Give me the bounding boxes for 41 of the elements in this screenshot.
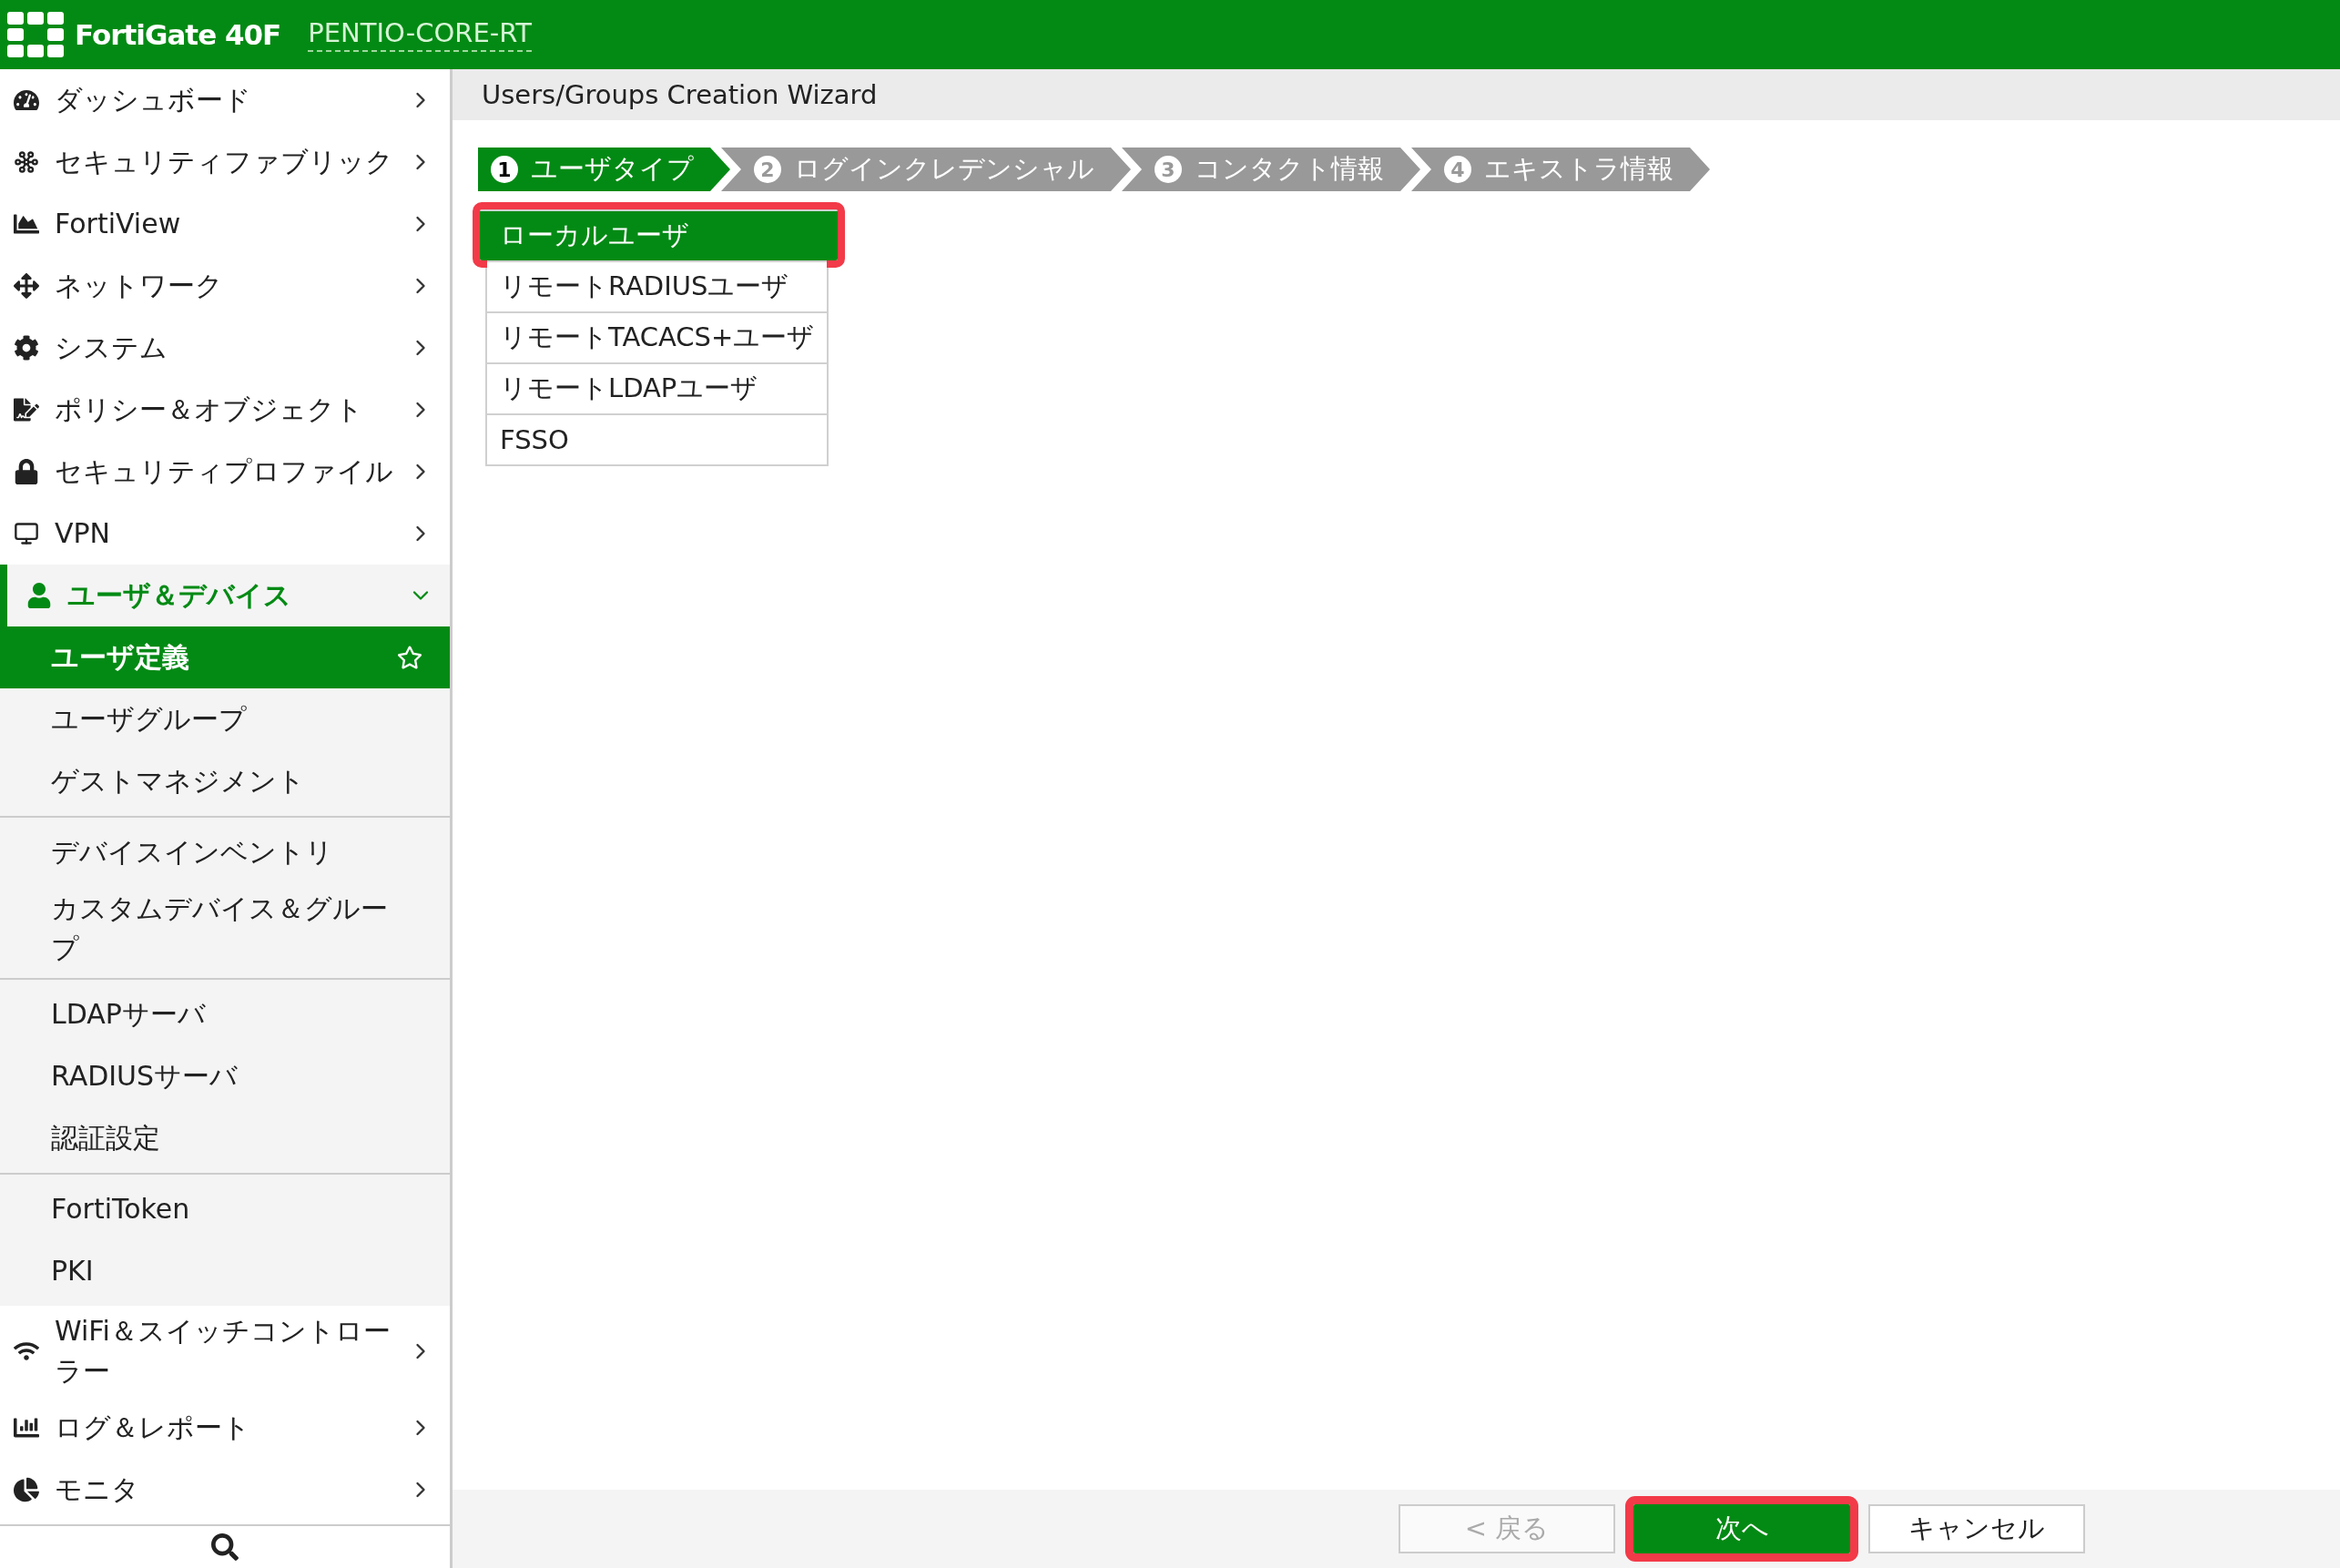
sidebar-item[interactable]: システム <box>0 317 450 379</box>
grid-logo-icon <box>7 12 64 57</box>
step-number: 3 <box>1155 156 1182 183</box>
sidebar-subitem[interactable]: 認証設定 <box>0 1107 450 1169</box>
document-icon <box>11 397 42 423</box>
sidebar-item[interactable]: FortiView <box>0 193 450 255</box>
step-label: コンタクト情報 <box>1195 152 1384 186</box>
hostname-link[interactable]: PENTIO-CORE-RT <box>308 17 532 52</box>
sidebar-subitem[interactable]: RADIUSサーバ <box>0 1045 450 1107</box>
search-icon[interactable] <box>211 1533 239 1561</box>
sidebar-item[interactable]: セキュリティプロファイル <box>0 441 450 503</box>
sidebar-item[interactable]: ポリシー＆オブジェクト <box>0 379 450 441</box>
sidebar-subitem[interactable]: FortiToken <box>0 1178 450 1240</box>
sidebar-item[interactable]: VPN <box>0 503 450 565</box>
sidebar-subitem[interactable]: カスタムデバイス＆グループ <box>0 883 450 974</box>
sidebar-item[interactable]: ログ＆レポート <box>0 1397 450 1459</box>
step-number: 1 <box>491 156 518 183</box>
sidebar-subitem[interactable]: デバイスインベントリ <box>0 821 450 883</box>
sidebar-item[interactable]: ネットワーク <box>0 255 450 317</box>
sidebar-item[interactable]: WiFi＆スイッチコントローラー <box>0 1306 450 1397</box>
step-label: ログインクレデンシャル <box>794 152 1094 186</box>
sidebar-subitem[interactable]: ユーザ定義 <box>0 626 450 688</box>
step-label: エキストラ情報 <box>1484 152 1674 186</box>
sidebar-item[interactable]: ダッシュボード <box>0 69 450 131</box>
step-number: 4 <box>1444 156 1471 183</box>
sidebar-subitem[interactable]: LDAPサーバ <box>0 983 450 1045</box>
sidebar-subitem[interactable]: PKI <box>0 1240 450 1302</box>
page-title: Users/Groups Creation Wizard <box>453 69 2340 120</box>
sidebar-item[interactable]: モニタ <box>0 1459 450 1521</box>
sidebar-item[interactable]: ユーザ＆デバイス <box>0 565 450 626</box>
sidebar-subitem[interactable]: ユーザグループ <box>0 688 450 750</box>
star-icon[interactable] <box>397 645 422 670</box>
product-name: FortiGate 40F <box>75 18 281 51</box>
sidebar-subitem[interactable]: ゲストマネジメント <box>0 750 450 812</box>
move-arrows-icon <box>11 273 42 299</box>
step-number: 2 <box>754 156 781 183</box>
step-label: ユーザタイプ <box>531 152 694 186</box>
cancel-button[interactable]: キャンセル <box>1868 1504 2085 1553</box>
sidebar-item[interactable]: セキュリティファブリック <box>0 131 450 193</box>
dashboard-gauge-icon <box>11 87 42 113</box>
pie-chart-icon <box>11 1477 42 1502</box>
